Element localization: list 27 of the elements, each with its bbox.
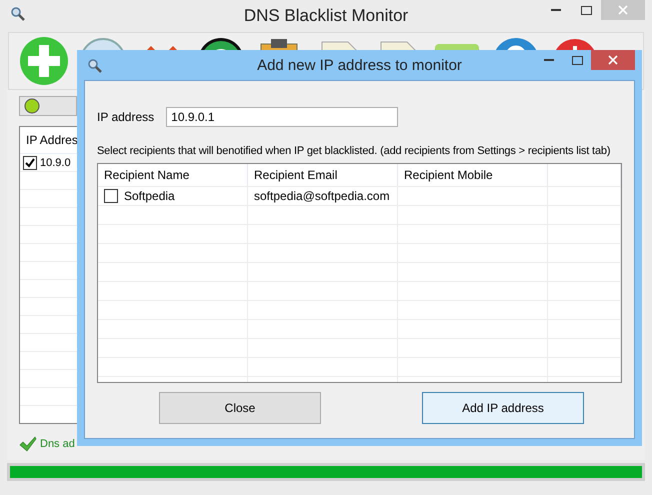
minimize-icon[interactable] — [551, 8, 561, 12]
status-text: Dns ad — [40, 438, 75, 450]
window-title: DNS Blacklist Monitor — [244, 6, 408, 26]
table-cell: Softpedia — [124, 189, 175, 203]
instruction-text: Select recipients that will benotified when IP get blacklisted. (add recipients from Settings > recipients list tab) — [97, 145, 610, 157]
table-cell: softpedia@softpedia.com — [254, 189, 390, 203]
column-header: Recipient Email — [248, 164, 398, 186]
dialog-title: Add new IP address to monitor — [257, 56, 462, 74]
maximize-icon[interactable] — [572, 56, 582, 64]
magnifier-icon — [87, 58, 103, 74]
maximize-icon[interactable] — [580, 6, 592, 14]
connect-button[interactable] — [19, 96, 77, 116]
status-light-icon — [24, 98, 40, 114]
ip-field[interactable]: 10.9.0.1 — [166, 107, 398, 127]
checkbox[interactable] — [23, 156, 37, 170]
close-icon[interactable] — [608, 55, 618, 65]
column-header: IP Addres — [26, 133, 78, 147]
dialog-button[interactable]: Close — [159, 392, 321, 424]
ip-label: IP address — [97, 110, 154, 124]
check-icon — [19, 436, 37, 452]
column-header: Recipient Name — [98, 164, 248, 186]
magnifier-icon — [10, 6, 26, 22]
column-header: Recipient Mobile — [398, 164, 548, 186]
minimize-icon[interactable] — [544, 58, 554, 62]
checkbox[interactable] — [104, 189, 118, 203]
ip-cell: 10.9.0 — [40, 156, 71, 168]
dialog-button[interactable]: Add IP address — [422, 392, 584, 424]
